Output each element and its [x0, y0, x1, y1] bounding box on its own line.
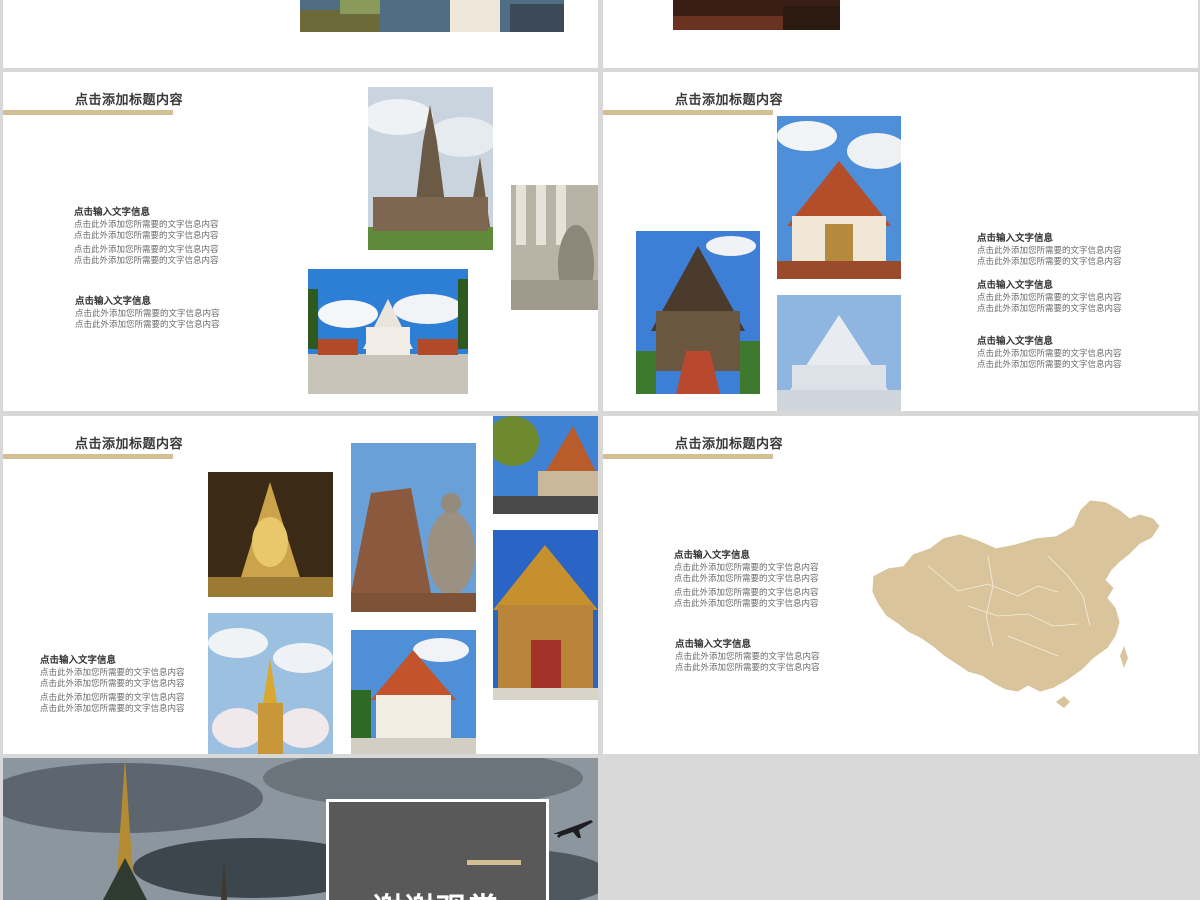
temple-roof-tree-photo [493, 416, 598, 514]
text-block: 点击输入文字信息 点击此外添加您所需要的文字信息内容 点击此外添加您所需要的文字… [977, 279, 1122, 313]
ornate-temple-photo [777, 116, 901, 279]
block-line: 点击此外添加您所需要的文字信息内容 [74, 229, 219, 240]
block-line: 点击此外添加您所需要的文字信息内容 [674, 597, 819, 608]
slide-5[interactable]: 点击添加标题内容 点击输入文字信息 点击此外添加您所需要的文字信息内容 点击此外… [3, 416, 598, 754]
golden-buddha-photo [208, 472, 333, 597]
slide-6[interactable]: 点击添加标题内容 点击输入文字信息 点击此外添加您所需要的文字信息内容 点击此外… [603, 416, 1198, 754]
block-heading: 点击输入文字信息 [74, 207, 151, 218]
text-block: 点击输入文字信息 点击此外添加您所需要的文字信息内容 点击此外添加您所需要的文字… [977, 335, 1122, 369]
title-accent-bar [603, 454, 773, 459]
slide-title: 点击添加标题内容 [675, 92, 784, 107]
title-accent-bar [3, 454, 173, 459]
block-heading: 点击输入文字信息 [40, 655, 117, 666]
white-ice-temple-photo [777, 295, 901, 411]
airplane-icon [551, 816, 595, 840]
ayutthaya-stupa-photo [368, 87, 493, 250]
block-line: 点击此外添加您所需要的文字信息内容 [75, 308, 220, 318]
block-heading: 点击输入文字信息 [75, 296, 152, 307]
text-block: 点击输入文字信息 点击此外添加您所需要的文字信息内容 点击此外添加您所需要的文字… [977, 232, 1122, 266]
elephant-shrine-photo [208, 613, 333, 754]
china-map [868, 496, 1163, 711]
block-line: 点击此外添加您所需要的文字信息内容 [674, 572, 819, 583]
block-line: 点击此外添加您所需要的文字信息内容 [675, 651, 820, 661]
block-line: 点击此外添加您所需要的文字信息内容 [674, 562, 819, 572]
block-line: 点击此外添加您所需要的文字信息内容 [40, 702, 185, 713]
slide-7[interactable]: 谢谢观赏 [3, 758, 598, 900]
temple-night-photo [673, 0, 840, 30]
thank-you-panel: 谢谢观赏 [326, 799, 549, 900]
golden-temple-photo [493, 530, 598, 700]
white-temple-photo [308, 269, 468, 394]
text-block: 点击输入文字信息 点击此外添加您所需要的文字信息内容 点击此外添加您所需要的文字… [40, 654, 185, 713]
block-line: 点击此外添加您所需要的文字信息内容 [74, 244, 219, 254]
block-line: 点击此外添加您所需要的文字信息内容 [75, 318, 220, 329]
text-block: 点击输入文字信息 点击此外添加您所需要的文字信息内容 点击此外添加您所需要的文字… [75, 295, 220, 329]
block-line: 点击此外添加您所需要的文字信息内容 [40, 692, 185, 702]
slide-top-right[interactable] [603, 0, 1198, 68]
slide-4[interactable]: 点击添加标题内容 点击输入文字信息 点击此外添加您所需要的文字信息内容 点击此外… [603, 72, 1198, 411]
block-line: 点击此外添加您所需要的文字信息内容 [674, 587, 819, 597]
slide-3[interactable]: 点击添加标题内容 点击输入文字信息 点击此外添加您所需要的文字信息内容 点击此外… [3, 72, 598, 411]
block-heading: 点击输入文字信息 [977, 280, 1054, 291]
buddha-statue-photo [351, 443, 476, 612]
block-line: 点击此外添加您所需要的文字信息内容 [40, 677, 185, 688]
red-roof-temple-photo [351, 630, 476, 754]
text-block: 点击输入文字信息 点击此外添加您所需要的文字信息内容 点击此外添加您所需要的文字… [675, 638, 820, 672]
block-line: 点击此外添加您所需要的文字信息内容 [977, 292, 1122, 302]
slide-top-left[interactable] [3, 0, 598, 68]
block-heading: 点击输入文字信息 [675, 639, 752, 650]
title-accent-bar [603, 110, 773, 115]
text-block: 点击输入文字信息 点击此外添加您所需要的文字信息内容 点击此外添加您所需要的文字… [674, 549, 819, 608]
text-block: 点击输入文字信息 点击此外添加您所需要的文字信息内容 点击此外添加您所需要的文字… [74, 206, 219, 265]
slide-title: 点击添加标题内容 [675, 436, 784, 451]
block-heading: 点击输入文字信息 [977, 336, 1054, 347]
block-heading: 点击输入文字信息 [977, 233, 1054, 244]
slide-title: 点击添加标题内容 [75, 436, 184, 451]
block-line: 点击此外添加您所需要的文字信息内容 [40, 667, 185, 677]
slide-title: 点击添加标题内容 [75, 92, 184, 107]
block-line: 点击此外添加您所需要的文字信息内容 [977, 358, 1122, 369]
block-line: 点击此外添加您所需要的文字信息内容 [977, 302, 1122, 313]
stone-statues-photo [511, 185, 598, 310]
block-line: 点击此外添加您所需要的文字信息内容 [977, 255, 1122, 266]
title-accent-bar [3, 110, 173, 115]
block-line: 点击此外添加您所需要的文字信息内容 [74, 254, 219, 265]
teak-temple-photo [636, 231, 760, 394]
block-line: 点击此外添加您所需要的文字信息内容 [977, 245, 1122, 255]
block-line: 点击此外添加您所需要的文字信息内容 [74, 219, 219, 229]
panel-accent-bar [467, 860, 521, 865]
thank-you-text: 谢谢观赏 [372, 884, 500, 900]
block-heading: 点击输入文字信息 [674, 550, 751, 561]
block-line: 点击此外添加您所需要的文字信息内容 [977, 348, 1122, 358]
block-line: 点击此外添加您所需要的文字信息内容 [675, 661, 820, 672]
temple-statue-photo [300, 0, 564, 32]
